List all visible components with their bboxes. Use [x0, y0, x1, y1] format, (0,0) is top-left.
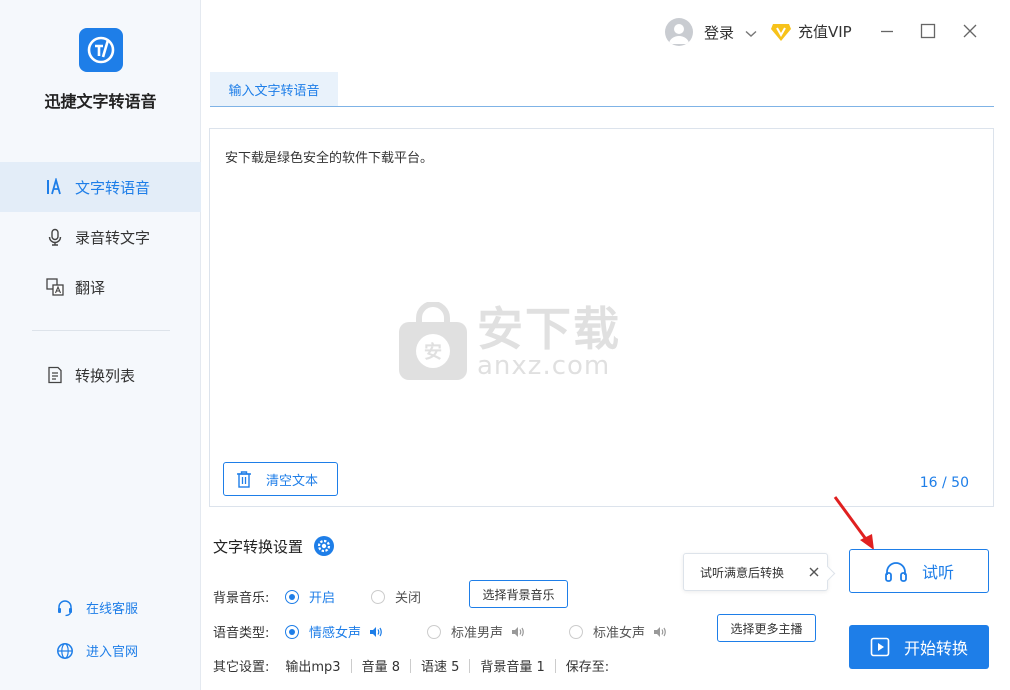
minimize-icon — [881, 30, 893, 33]
watermark-badge: 安 — [424, 341, 442, 363]
sidebar: 迅捷文字转语音 文字转语音 录音转文字 翻译 转换列表 在线客服 进入官网 — [0, 0, 201, 690]
sidebar-divider — [32, 330, 170, 331]
clear-text-label: 清空文本 — [266, 473, 319, 489]
bgm-on-label: 开启 — [309, 591, 336, 606]
sidebar-item-label: 翻译 — [75, 278, 106, 297]
voice-standard-male-radio[interactable]: 标准男声 — [427, 622, 525, 641]
sidebar-item-text-to-speech[interactable]: 文字转语音 — [0, 162, 201, 212]
headphones-icon — [884, 560, 908, 582]
radio-dot — [569, 624, 583, 639]
listen-label: 试听 — [921, 563, 954, 582]
official-site-label: 进入官网 — [86, 645, 139, 660]
select-bgm-button[interactable]: 选择背景音乐 — [469, 580, 568, 608]
voice-option-label: 标准女声 — [593, 626, 646, 641]
clear-text-button[interactable]: 清空文本 — [223, 462, 338, 496]
voice-emotional-female-radio[interactable]: 情感女声 — [285, 622, 383, 641]
text-to-speech-icon — [45, 177, 65, 197]
speaker-icon[interactable] — [653, 626, 667, 638]
editor-text[interactable]: 安下载是绿色安全的软件下载平台。 — [225, 147, 433, 166]
microphone-icon — [45, 227, 65, 247]
tooltip-close-button[interactable] — [807, 565, 821, 579]
sidebar-item-speech-to-text[interactable]: 录音转文字 — [0, 212, 201, 262]
watermark-en: anxz.com — [477, 351, 611, 381]
radio-dot — [285, 624, 299, 639]
bgm-off-label: 关闭 — [395, 591, 422, 606]
voice-option-label: 情感女声 — [309, 626, 362, 641]
sidebar-item-label: 转换列表 — [75, 366, 136, 385]
speaker-icon[interactable] — [511, 626, 525, 638]
headset-support-icon — [56, 599, 74, 617]
bgm-label: 背景音乐: — [213, 591, 270, 606]
select-more-voices-button[interactable]: 选择更多主播 — [717, 614, 816, 642]
radio-dot — [427, 624, 441, 639]
divider — [469, 658, 471, 673]
listen-button[interactable]: 试听 — [849, 549, 989, 593]
bgm-off-radio[interactable]: 关闭 — [371, 587, 421, 606]
annotation-arrow-icon — [833, 496, 874, 550]
radio-dot — [371, 589, 385, 604]
divider — [409, 658, 411, 673]
vip-badge-icon — [771, 23, 791, 41]
translate-icon — [45, 277, 65, 297]
online-support-link[interactable]: 在线客服 — [56, 598, 138, 617]
listen-tooltip: 试听满意后转换 — [683, 553, 828, 591]
vip-label: 充值VIP — [798, 23, 852, 41]
sidebar-item-translate[interactable]: 翻译 — [0, 262, 201, 312]
tab-input-text-to-speech[interactable]: 输入文字转语音 — [210, 72, 338, 106]
sidebar-item-conversion-list[interactable]: 转换列表 — [0, 350, 201, 400]
tab-underline — [210, 106, 994, 107]
voice-standard-female-radio[interactable]: 标准女声 — [569, 622, 667, 641]
login-button[interactable]: 登录 — [704, 22, 757, 43]
vip-recharge-button[interactable]: 充值VIP — [770, 21, 852, 42]
bgm-on-radio[interactable]: 开启 — [285, 587, 335, 606]
output-format-setting[interactable]: 输出mp3 — [285, 656, 340, 675]
voice-type-label: 语音类型: — [213, 626, 270, 641]
other-settings-row: 其它设置: 输出mp3 音量 8 语速 5 背景音量 1 保存至: — [213, 656, 609, 675]
other-settings-label: 其它设置: — [213, 660, 270, 675]
official-site-link[interactable]: 进入官网 — [56, 641, 138, 660]
user-avatar-icon[interactable] — [665, 18, 693, 46]
divider — [554, 658, 556, 673]
divider — [350, 658, 352, 673]
minimize-button[interactable] — [876, 20, 898, 42]
conversion-list-icon — [45, 365, 65, 385]
chevron-down-icon — [745, 30, 757, 37]
settings-title: 文字转换设置 — [213, 535, 335, 557]
start-convert-label: 开始转换 — [903, 639, 968, 658]
radio-dot — [285, 589, 299, 604]
trash-icon — [236, 470, 252, 488]
voice-option-label: 标准男声 — [451, 626, 504, 641]
start-convert-button[interactable]: 开始转换 — [849, 625, 989, 669]
volume-setting[interactable]: 音量 8 — [362, 656, 400, 675]
tooltip-text: 试听满意后转换 — [700, 565, 785, 580]
sidebar-item-label: 录音转文字 — [75, 228, 151, 247]
settings-title-label: 文字转换设置 — [213, 537, 304, 556]
character-counter: 16 / 50 — [919, 475, 969, 491]
maximize-button[interactable] — [917, 20, 939, 42]
speaker-icon[interactable] — [369, 626, 383, 638]
app-logo-icon — [87, 36, 115, 64]
bg-volume-setting[interactable]: 背景音量 1 — [480, 656, 544, 675]
online-support-label: 在线客服 — [86, 602, 139, 617]
watermark-bag-icon: 安 — [399, 302, 467, 380]
app-name: 迅捷文字转语音 — [44, 92, 157, 111]
watermark: 安 安下载 anxz.com — [397, 302, 621, 382]
save-to-setting[interactable]: 保存至: — [566, 656, 609, 675]
speed-setting[interactable]: 语速 5 — [421, 656, 459, 675]
close-window-button[interactable] — [959, 20, 981, 42]
watermark-cn: 安下载 — [477, 302, 621, 356]
globe-icon — [56, 642, 74, 660]
play-icon — [870, 637, 890, 657]
sidebar-item-label: 文字转语音 — [75, 178, 151, 197]
text-editor[interactable]: 安下载是绿色安全的软件下载平台。 安 安下载 anxz.com 清空文本 16 … — [209, 128, 994, 507]
maximize-icon — [920, 23, 936, 39]
close-icon — [809, 567, 819, 577]
app-logo — [79, 28, 123, 72]
gear-icon[interactable] — [313, 535, 335, 557]
close-icon — [963, 24, 977, 38]
login-label: 登录 — [704, 24, 735, 42]
